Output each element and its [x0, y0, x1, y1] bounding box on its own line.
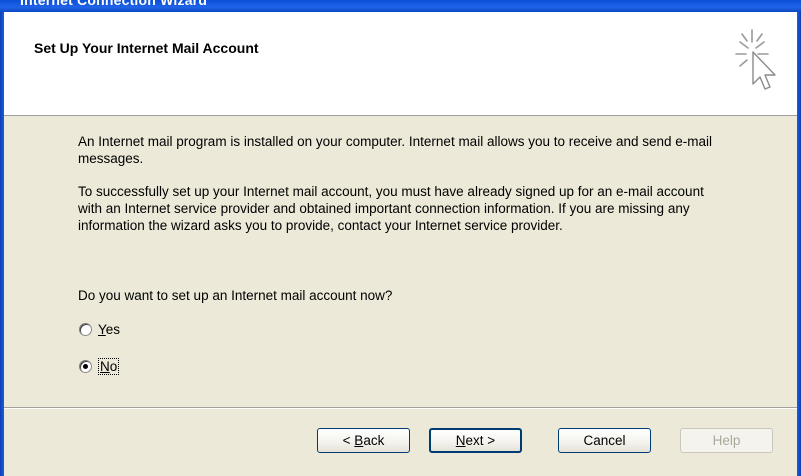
cursor-sparkle-icon — [735, 29, 776, 90]
radio-yes-label[interactable]: Yes — [98, 322, 120, 337]
wizard-header: Set Up Your Internet Mail Account — [4, 12, 797, 116]
radio-no-label-rest: o — [109, 358, 118, 374]
radio-no-mnemonic: N — [100, 358, 110, 374]
window-title: Internet Connection Wizard — [20, 0, 208, 8]
page-title: Set Up Your Internet Mail Account — [34, 40, 259, 56]
back-button-rest: ack — [363, 433, 385, 448]
radio-yes-circle[interactable] — [79, 322, 92, 336]
radio-no[interactable]: No — [79, 357, 120, 375]
button-area-divider — [4, 407, 797, 409]
back-button[interactable]: < Back — [317, 428, 410, 453]
next-button-mnemonic: N — [455, 433, 466, 448]
intro-paragraph: An Internet mail program is installed on… — [78, 134, 713, 166]
radio-yes-label-rest: es — [105, 321, 121, 337]
requirements-paragraph: To successfully set up your Internet mai… — [78, 184, 704, 233]
back-button-mnemonic: B — [354, 433, 364, 448]
next-button-rest: ext > — [465, 433, 496, 448]
window-frame-right — [797, 12, 801, 476]
radio-no-label[interactable]: No — [98, 357, 120, 375]
back-button-prefix: < — [342, 433, 355, 448]
radio-yes-mnemonic: Y — [98, 321, 106, 337]
radio-selected-dot — [83, 363, 88, 369]
next-button[interactable]: Next > — [429, 428, 522, 453]
cancel-button[interactable]: Cancel — [558, 428, 651, 453]
question-label: Do you want to set up an Internet mail a… — [78, 288, 393, 303]
wizard-window: Internet Connection Wizard Set Up Your I… — [0, 0, 801, 476]
radio-no-circle[interactable] — [79, 359, 92, 373]
help-button[interactable]: Help — [680, 428, 773, 453]
radio-yes[interactable]: Yes — [79, 320, 120, 338]
title-bar[interactable]: Internet Connection Wizard — [0, 0, 801, 12]
